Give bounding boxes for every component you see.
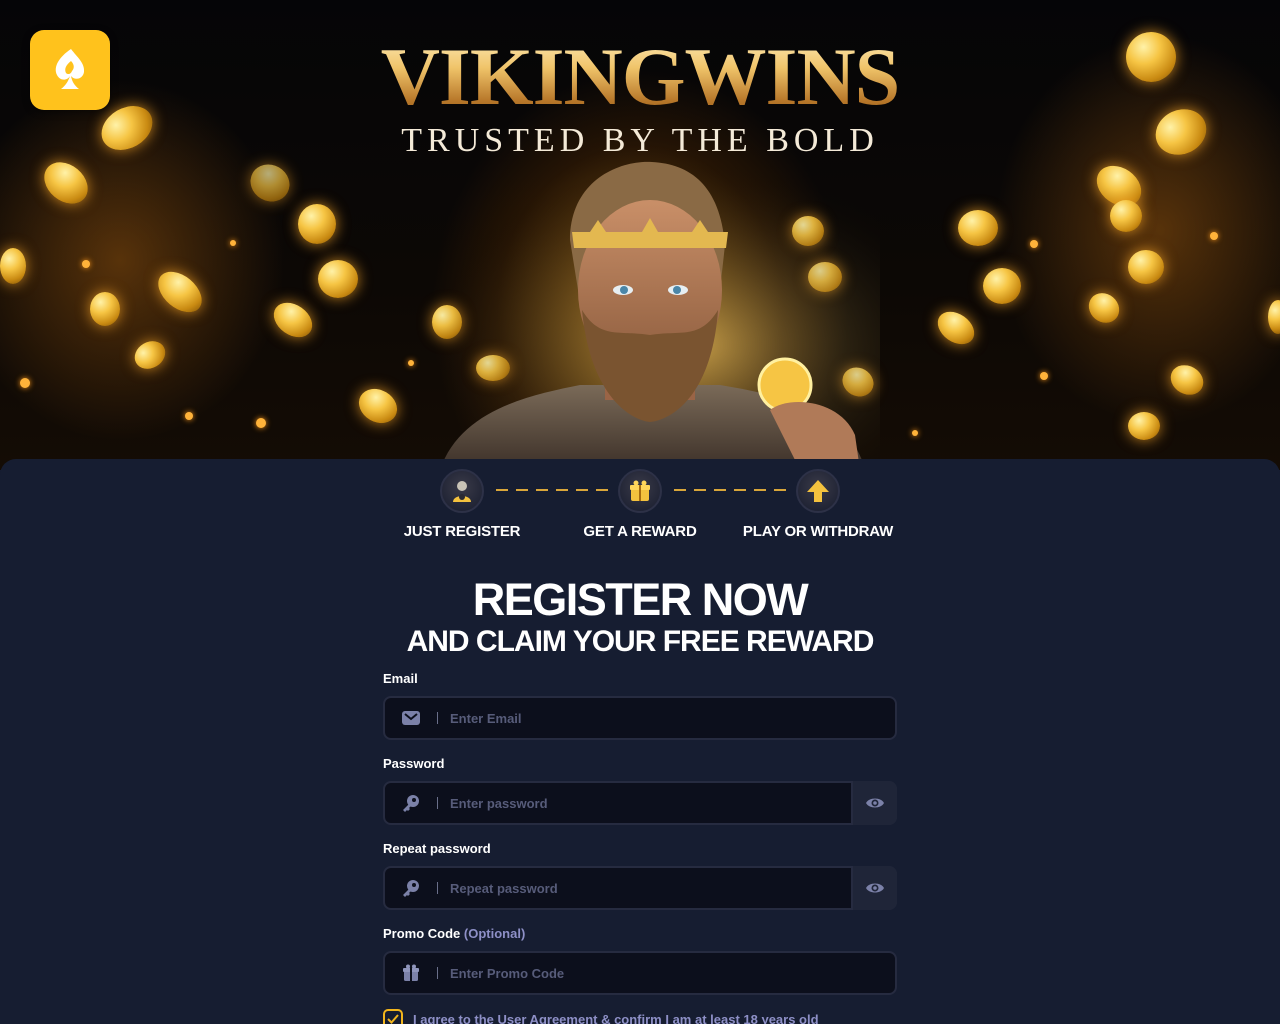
eye-icon bbox=[866, 883, 884, 893]
gold-coin bbox=[352, 382, 404, 430]
email-input[interactable] bbox=[450, 698, 895, 738]
register-title: REGISTER NOW bbox=[472, 574, 809, 625]
field-icon-wrap bbox=[385, 698, 437, 738]
sparkle bbox=[1040, 372, 1048, 380]
gold-coin bbox=[958, 210, 998, 246]
gold-coin bbox=[1128, 412, 1160, 440]
step-register-badge bbox=[440, 469, 484, 513]
gold-coin bbox=[90, 292, 120, 326]
step-label: PLAY OR WITHDRAW bbox=[742, 523, 894, 540]
agreement-text[interactable]: I agree to the User Agreement & confirm … bbox=[413, 1012, 819, 1024]
sparkle bbox=[230, 240, 236, 246]
field-icon-wrap bbox=[385, 783, 437, 823]
step-label: JUST REGISTER bbox=[403, 523, 521, 540]
password-label: Password bbox=[383, 756, 445, 771]
envelope-icon bbox=[402, 711, 420, 725]
step-connector bbox=[496, 489, 616, 491]
sparkle bbox=[185, 412, 193, 420]
repeat-password-label: Repeat password bbox=[383, 841, 491, 856]
sparkle bbox=[912, 430, 918, 436]
promo-code-input[interactable] bbox=[450, 953, 895, 993]
eye-icon bbox=[866, 798, 884, 808]
step-connector bbox=[674, 489, 794, 491]
password-field bbox=[383, 781, 897, 825]
gold-coin bbox=[1165, 359, 1209, 401]
gold-coin bbox=[1082, 286, 1126, 330]
gold-coin bbox=[129, 335, 171, 375]
step-reward-badge bbox=[618, 469, 662, 513]
email-label: Email bbox=[383, 671, 418, 686]
agreement-checkbox[interactable] bbox=[383, 1009, 403, 1024]
step-label: GET A REWARD bbox=[583, 523, 697, 540]
gold-coin bbox=[1110, 200, 1142, 232]
key-icon bbox=[403, 880, 419, 897]
sparkle bbox=[1030, 240, 1038, 248]
field-divider bbox=[437, 797, 438, 809]
arrow-up-icon bbox=[807, 480, 829, 502]
brand-title: VIKINGWINS bbox=[0, 30, 1280, 124]
register-subtitle: AND CLAIM YOUR FREE REWARD bbox=[406, 625, 875, 658]
user-icon bbox=[453, 481, 471, 502]
key-icon bbox=[403, 795, 419, 812]
gold-coin bbox=[318, 260, 358, 298]
sparkle bbox=[256, 418, 266, 428]
sparkle bbox=[82, 260, 90, 268]
password-input[interactable] bbox=[450, 783, 851, 823]
sparkle bbox=[20, 378, 30, 388]
gold-coin bbox=[150, 263, 210, 321]
gift-icon bbox=[403, 964, 419, 981]
gold-coin bbox=[298, 204, 336, 244]
optional-tag: (Optional) bbox=[463, 926, 526, 941]
promo-code-label: Promo Code (Optional) bbox=[383, 926, 525, 941]
field-icon-wrap bbox=[385, 953, 437, 993]
gold-coin bbox=[983, 268, 1021, 304]
repeat-password-field bbox=[383, 866, 897, 910]
hero-banner: VIKINGWINS TRUSTED BY THE BOLD bbox=[0, 0, 1280, 470]
step-withdraw-badge bbox=[796, 469, 840, 513]
gold-coin bbox=[1128, 250, 1164, 284]
brand-tagline: TRUSTED BY THE BOLD bbox=[401, 122, 879, 159]
check-icon bbox=[387, 1014, 399, 1024]
agreement-row: I agree to the User Agreement & confirm … bbox=[383, 1009, 819, 1024]
gold-coin bbox=[931, 305, 981, 351]
gold-coin bbox=[267, 295, 319, 345]
gold-coin bbox=[243, 157, 297, 209]
toggle-password-visibility[interactable] bbox=[851, 781, 897, 825]
gift-icon bbox=[630, 480, 650, 501]
field-icon-wrap bbox=[385, 868, 437, 908]
sparkle bbox=[1210, 232, 1218, 240]
gold-coin bbox=[36, 153, 96, 213]
repeat-password-input[interactable] bbox=[450, 868, 851, 908]
viking-portrait bbox=[420, 160, 880, 470]
sparkle bbox=[408, 360, 414, 366]
toggle-repeat-password-visibility[interactable] bbox=[851, 866, 897, 910]
gold-coin bbox=[0, 248, 26, 284]
field-divider bbox=[437, 712, 438, 724]
promo-code-field bbox=[383, 951, 897, 995]
promo-code-label-text: Promo Code bbox=[383, 926, 461, 941]
email-field bbox=[383, 696, 897, 740]
field-divider bbox=[437, 967, 438, 979]
steps-progress: JUST REGISTER GET A REWARD PLAY OR WITHD… bbox=[400, 469, 900, 549]
gold-coin bbox=[1268, 300, 1280, 334]
field-divider bbox=[437, 882, 438, 894]
